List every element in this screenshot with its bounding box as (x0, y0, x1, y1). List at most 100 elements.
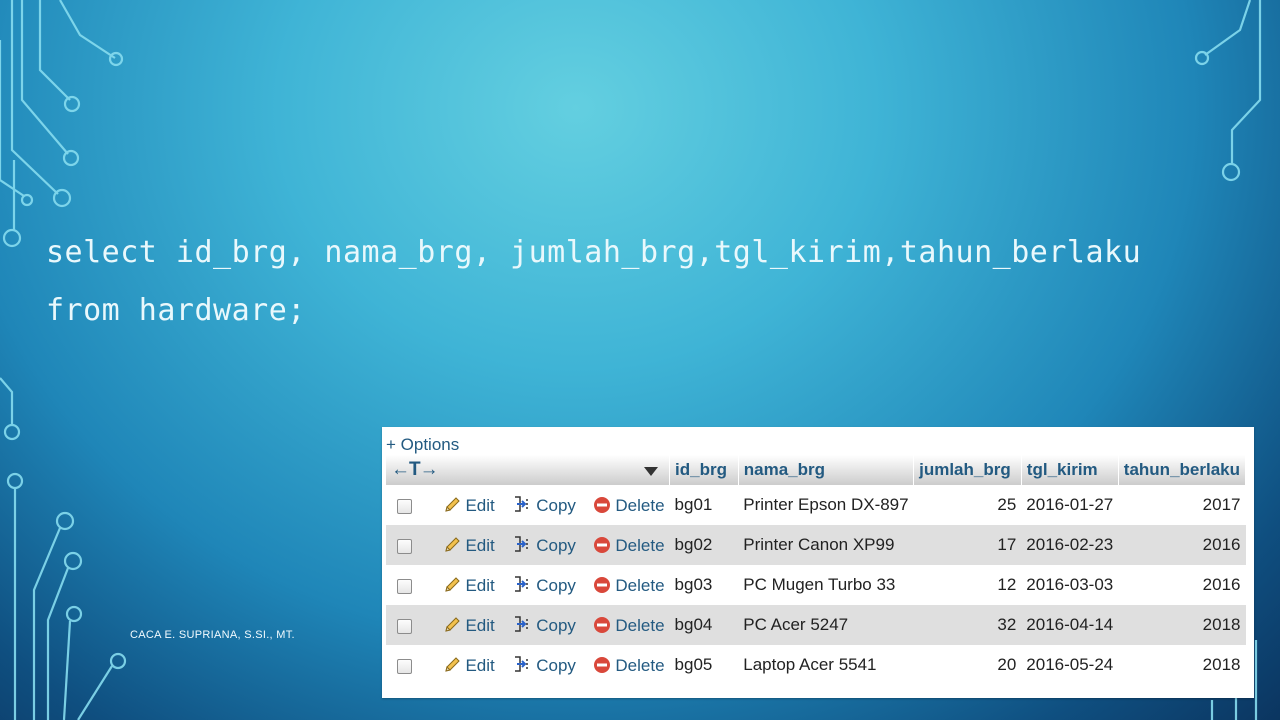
column-sort-arrows[interactable]: ←T→ (391, 459, 439, 480)
copy-label: Copy (536, 576, 576, 595)
cell-tahun-berlaku: 2016 (1118, 525, 1246, 565)
edit-label: Edit (465, 536, 495, 555)
copy-insert-icon (515, 616, 528, 632)
table-header-row: ←T→ id_brg nama_brg jumlah_brg tgl_kirim… (386, 455, 1247, 485)
sql-query: select id_brg, nama_brg, jumlah_brg,tgl_… (46, 224, 1141, 340)
cell-jumlah-brg: 32 (913, 605, 1022, 645)
column-header-nama-brg[interactable]: nama_brg (738, 455, 915, 485)
delete-icon (594, 537, 611, 553)
cell-tgl-kirim: 2016-02-23 (1021, 525, 1119, 565)
pencil-icon (445, 617, 461, 632)
row-checkbox[interactable] (397, 619, 412, 635)
copy-insert-icon (515, 576, 528, 592)
row-actions: Edit Copy Delete (386, 645, 670, 685)
delete-icon (594, 577, 611, 593)
sql-line-2: from hardware; (46, 293, 306, 328)
edit-button[interactable]: Edit (443, 656, 495, 675)
cell-id-brg: bg02 (669, 525, 739, 565)
edit-label: Edit (465, 496, 495, 515)
row-checkbox[interactable] (397, 659, 412, 675)
cell-nama-brg: PC Acer 5247 (738, 605, 914, 645)
edit-button[interactable]: Edit (443, 496, 495, 515)
cell-tgl-kirim: 2016-01-27 (1021, 485, 1119, 525)
cell-id-brg: bg03 (669, 565, 739, 605)
delete-label: Delete (615, 496, 665, 515)
cell-nama-brg: Printer Epson DX-897 (738, 485, 914, 525)
author-footer: CACA E. SUPRIANA, S.SI., MT. (130, 629, 295, 641)
copy-label: Copy (536, 656, 576, 675)
delete-label: Delete (615, 536, 665, 555)
edit-label: Edit (465, 616, 495, 635)
edit-button[interactable]: Edit (443, 536, 495, 555)
edit-button[interactable]: Edit (443, 576, 495, 595)
delete-icon (594, 657, 611, 673)
delete-label: Delete (615, 656, 665, 675)
cell-jumlah-brg: 20 (913, 645, 1022, 685)
header-controls: ←T→ (386, 455, 671, 485)
cell-tgl-kirim: 2016-03-03 (1021, 565, 1119, 605)
cell-id-brg: bg01 (669, 485, 739, 525)
cell-jumlah-brg: 12 (913, 565, 1022, 605)
row-actions: Edit Copy Delete (386, 525, 670, 565)
cell-tahun-berlaku: 2016 (1118, 565, 1246, 605)
copy-label: Copy (536, 616, 576, 635)
cell-id-brg: bg04 (669, 605, 739, 645)
edit-label: Edit (465, 656, 495, 675)
delete-label: Delete (615, 576, 665, 595)
table-row: Edit Copy Delete bg05 Laptop Acer 5541 2… (386, 645, 1246, 685)
copy-button[interactable]: Copy (512, 656, 576, 675)
delete-button[interactable]: Delete (593, 496, 665, 515)
cell-tgl-kirim: 2016-04-14 (1021, 605, 1119, 645)
table-row: Edit Copy Delete bg04 PC Acer 5247 32 20… (386, 605, 1246, 645)
copy-insert-icon (515, 536, 528, 552)
edit-label: Edit (465, 576, 495, 595)
column-header-jumlah-brg[interactable]: jumlah_brg (913, 455, 1022, 485)
cell-tahun-berlaku: 2018 (1118, 605, 1246, 645)
table-row: Edit Copy Delete bg02 Printer Canon XP99… (386, 525, 1246, 565)
row-actions: Edit Copy Delete (386, 485, 670, 525)
cell-tahun-berlaku: 2018 (1118, 645, 1246, 685)
pencil-icon (445, 657, 461, 672)
row-checkbox[interactable] (397, 579, 412, 595)
copy-label: Copy (536, 536, 576, 555)
query-result-panel: + Options ←T→ id_brg nama_brg jumlah_brg… (382, 427, 1254, 698)
table-row: Edit Copy Delete bg03 PC Mugen Turbo 33 … (386, 565, 1246, 605)
cell-nama-brg: Printer Canon XP99 (738, 525, 914, 565)
delete-button[interactable]: Delete (593, 616, 665, 635)
cell-jumlah-brg: 17 (913, 525, 1022, 565)
column-header-tgl-kirim[interactable]: tgl_kirim (1021, 455, 1119, 485)
pencil-icon (445, 577, 461, 592)
cell-id-brg: bg05 (669, 645, 739, 685)
pencil-icon (445, 537, 461, 552)
column-header-tahun-berlaku[interactable]: tahun_berlaku (1118, 455, 1247, 485)
cell-nama-brg: PC Mugen Turbo 33 (738, 565, 914, 605)
delete-button[interactable]: Delete (593, 656, 665, 675)
delete-icon (594, 617, 611, 633)
edit-button[interactable]: Edit (443, 616, 495, 635)
row-checkbox[interactable] (397, 499, 412, 515)
copy-label: Copy (536, 496, 576, 515)
row-checkbox[interactable] (397, 539, 412, 555)
delete-icon (594, 497, 611, 513)
row-actions: Edit Copy Delete (386, 565, 670, 605)
cell-jumlah-brg: 25 (913, 485, 1022, 525)
cell-nama-brg: Laptop Acer 5541 (738, 645, 914, 685)
delete-button[interactable]: Delete (593, 536, 665, 555)
cell-tahun-berlaku: 2017 (1118, 485, 1246, 525)
copy-insert-icon (515, 656, 528, 672)
delete-button[interactable]: Delete (593, 576, 665, 595)
table-row: Edit Copy Delete bg01 Printer Epson DX-8… (386, 485, 1246, 525)
options-link[interactable]: + Options (386, 435, 459, 455)
copy-insert-icon (515, 496, 528, 512)
delete-label: Delete (615, 616, 665, 635)
cell-tgl-kirim: 2016-05-24 (1021, 645, 1119, 685)
dropdown-triangle-icon[interactable] (644, 467, 659, 477)
copy-button[interactable]: Copy (512, 496, 576, 515)
copy-button[interactable]: Copy (512, 536, 576, 555)
column-header-id-brg[interactable]: id_brg (669, 455, 739, 485)
row-actions: Edit Copy Delete (386, 605, 670, 645)
copy-button[interactable]: Copy (512, 576, 576, 595)
sql-line-1: select id_brg, nama_brg, jumlah_brg,tgl_… (46, 235, 1142, 270)
copy-button[interactable]: Copy (512, 616, 576, 635)
result-table: ←T→ id_brg nama_brg jumlah_brg tgl_kirim… (386, 455, 1247, 685)
